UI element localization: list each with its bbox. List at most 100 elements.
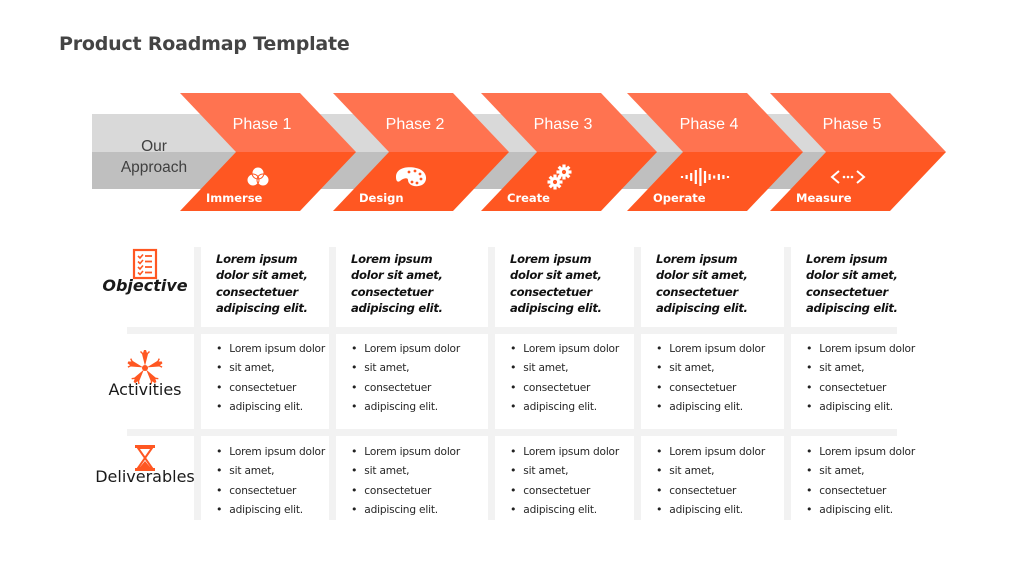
deliverable-cell: Lorem ipsum dolorsit amet,consectetuerad… — [216, 442, 325, 520]
activitie-cell: Lorem ipsum dolorsit amet,consectetuerad… — [806, 339, 915, 417]
objective-text-line: Lorem ipsum — [656, 252, 738, 266]
bullet-item: adipiscing elit. — [351, 397, 460, 416]
row-label-container: Deliverables — [90, 467, 200, 487]
objective-text-line: adipiscing elit. — [351, 300, 443, 315]
bullet-item: sit amet, — [510, 358, 619, 377]
row-label: Objective — [102, 276, 188, 295]
bullet-item: adipiscing elit. — [806, 397, 915, 416]
bullet-item: Lorem ipsum dolor — [656, 442, 765, 461]
bullet-item: adipiscing elit. — [656, 500, 765, 519]
bullet-item: adipiscing elit. — [510, 397, 619, 416]
bullet-item: consectetuer — [510, 378, 619, 397]
phase-label: Phase 5 — [823, 116, 882, 133]
deliverable-cell: Lorem ipsum dolorsit amet,consectetuerad… — [351, 442, 460, 520]
deliverable-cell: Lorem ipsum dolorsit amet,consectetuerad… — [806, 442, 915, 520]
bullet-item: adipiscing elit. — [216, 397, 325, 416]
objective-text-line: consectetuer — [216, 284, 298, 299]
bullet-item: sit amet, — [510, 461, 619, 480]
bullet-item: sit amet, — [806, 461, 915, 480]
bullet-item: consectetuer — [806, 378, 915, 397]
bullet-item: adipiscing elit. — [216, 500, 325, 519]
bullet-item: Lorem ipsum dolor — [656, 339, 765, 358]
objective-text-line: dolor sit amet, — [216, 268, 308, 283]
bullet-item: sit amet, — [351, 358, 460, 377]
deliverable-cell: Lorem ipsum dolorsit amet,consectetuerad… — [656, 442, 765, 520]
bullet-item: Lorem ipsum dolor — [216, 442, 325, 461]
phase-label: Phase 3 — [534, 116, 593, 133]
objective-text-line: adipiscing elit. — [510, 300, 602, 315]
bullet-item: sit amet, — [216, 358, 325, 377]
phase-label: Phase 2 — [386, 116, 445, 133]
objective-cell: Lorem ipsum dolor sit amet, consectetuer ad… — [351, 251, 443, 317]
bullet-list: Lorem ipsum dolorsit amet,consectetuerad… — [216, 442, 325, 519]
bullet-item: consectetuer — [656, 378, 765, 397]
objective-text-line: adipiscing elit. — [656, 300, 748, 315]
bullet-item: Lorem ipsum dolor — [806, 339, 915, 358]
bullet-item: Lorem ipsum dolor — [510, 442, 619, 461]
grid-column-divider — [634, 247, 641, 520]
roadmap-chevrons: Our Approach Phase 1 Immerse Phase 2 Desi… — [92, 93, 946, 211]
bullet-list: Lorem ipsum dolorsit amet,consectetuerad… — [806, 339, 915, 416]
row-label-container: Objective — [90, 276, 200, 296]
objective-text-line: Lorem ipsum — [351, 252, 433, 266]
row-label: Activities — [108, 380, 182, 399]
bullet-item: consectetuer — [510, 481, 619, 500]
bullet-item: Lorem ipsum dolor — [351, 339, 460, 358]
objective-cell: Lorem ipsum dolor sit amet, consectetuer ad… — [216, 251, 308, 317]
phase-label: Phase 1 — [233, 116, 292, 133]
objective-text-line: adipiscing elit. — [806, 300, 898, 315]
bullet-list: Lorem ipsum dolorsit amet,consectetuerad… — [806, 442, 915, 519]
row-label-container: Activities — [90, 380, 200, 400]
bullet-item: sit amet, — [216, 461, 325, 480]
objective-text-line: Lorem ipsum — [510, 252, 592, 266]
bullet-list: Lorem ipsum dolorsit amet,consectetuerad… — [656, 442, 765, 519]
activitie-cell: Lorem ipsum dolorsit amet,consectetuerad… — [351, 339, 460, 417]
bullet-item: adipiscing elit. — [510, 500, 619, 519]
objective-text-line: dolor sit amet, — [351, 268, 443, 283]
objective-text-line: dolor sit amet, — [806, 268, 898, 283]
row-label: Deliverables — [95, 467, 195, 486]
bullet-item: Lorem ipsum dolor — [351, 442, 460, 461]
grid-column-divider — [784, 247, 791, 520]
activitie-cell: Lorem ipsum dolorsit amet,consectetuerad… — [510, 339, 619, 417]
bullet-item: adipiscing elit. — [351, 500, 460, 519]
bullet-list: Lorem ipsum dolorsit amet,consectetuerad… — [656, 339, 765, 416]
stage-label: Immerse — [206, 191, 263, 205]
bullet-item: Lorem ipsum dolor — [216, 339, 325, 358]
objective-text-line: consectetuer — [510, 284, 592, 299]
objective-cell: Lorem ipsum dolor sit amet, consectetuer ad… — [806, 251, 898, 317]
objective-text-line: adipiscing elit. — [216, 300, 308, 315]
objective-cell: Lorem ipsum dolor sit amet, consectetuer ad… — [510, 251, 602, 317]
bullet-list: Lorem ipsum dolorsit amet,consectetuerad… — [351, 339, 460, 416]
phase-label: Phase 4 — [680, 116, 739, 133]
bullet-item: adipiscing elit. — [806, 500, 915, 519]
bullet-item: sit amet, — [351, 461, 460, 480]
activitie-cell: Lorem ipsum dolorsit amet,consectetuerad… — [216, 339, 325, 417]
bullet-item: Lorem ipsum dolor — [510, 339, 619, 358]
bullet-item: adipiscing elit. — [656, 397, 765, 416]
bullet-item: Lorem ipsum dolor — [806, 442, 915, 461]
bullet-item: sit amet, — [656, 461, 765, 480]
bullet-item: sit amet, — [806, 358, 915, 377]
bullet-list: Lorem ipsum dolorsit amet,consectetuerad… — [510, 339, 619, 416]
objective-text-line: consectetuer — [806, 284, 888, 299]
deliverable-cell: Lorem ipsum dolorsit amet,consectetuerad… — [510, 442, 619, 520]
grid-row-divider — [127, 327, 897, 334]
bullet-list: Lorem ipsum dolorsit amet,consectetuerad… — [351, 442, 460, 519]
stage-label: Design — [359, 191, 404, 205]
approach-label-line1: Our — [141, 138, 167, 155]
activitie-cell: Lorem ipsum dolorsit amet,consectetuerad… — [656, 339, 765, 417]
bullet-item: consectetuer — [351, 378, 460, 397]
objective-text-line: consectetuer — [351, 284, 433, 299]
bullet-item: consectetuer — [656, 481, 765, 500]
objective-text-line: dolor sit amet, — [656, 268, 748, 283]
objective-text-line: Lorem ipsum — [806, 252, 888, 266]
bullet-item: consectetuer — [216, 481, 325, 500]
bullet-list: Lorem ipsum dolorsit amet,consectetuerad… — [216, 339, 325, 416]
grid-row-divider — [127, 429, 897, 436]
bullet-item: sit amet, — [656, 358, 765, 377]
stage-label: Measure — [796, 191, 852, 205]
objective-text-line: consectetuer — [656, 284, 738, 299]
bullet-item: consectetuer — [806, 481, 915, 500]
objective-text-line: dolor sit amet, — [510, 268, 602, 283]
